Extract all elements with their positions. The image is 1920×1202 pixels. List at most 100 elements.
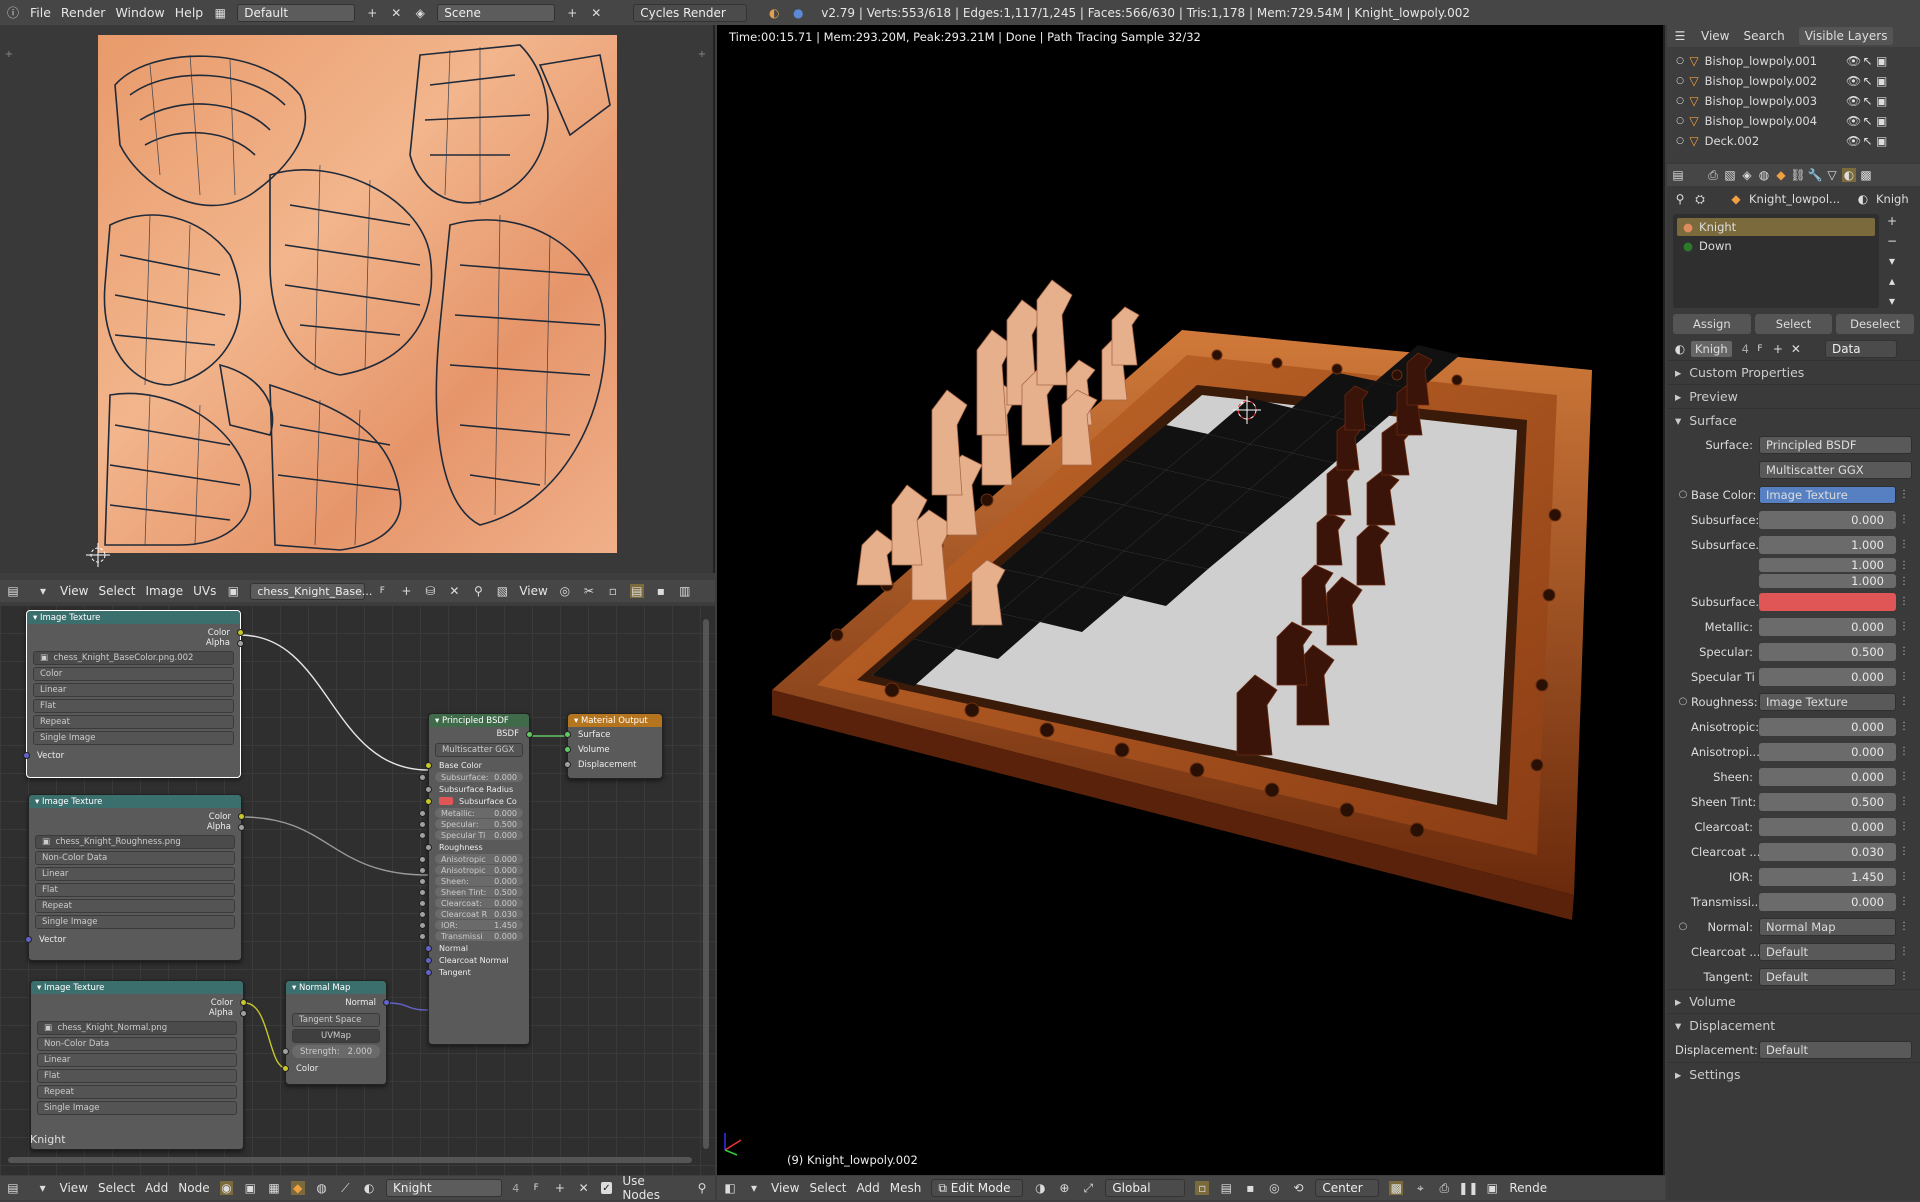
screen-layout-icon[interactable]: ▦ xyxy=(213,6,227,20)
render-preview-icon[interactable]: ▣ xyxy=(1485,1181,1499,1195)
editor-type-icon[interactable]: ▤ xyxy=(6,1181,20,1195)
collapse-icon[interactable]: ▾ xyxy=(36,1181,50,1195)
texture-tree-icon[interactable]: ▦ xyxy=(267,1181,281,1195)
prop-select[interactable]: Default xyxy=(1759,967,1896,986)
link-select[interactable]: Data xyxy=(1824,340,1897,358)
socket-input[interactable] xyxy=(419,773,426,781)
image-texture-node-normal[interactable]: ▾ Image Texture Color Alpha ▣ chess_Knig… xyxy=(30,980,247,1150)
panel-preview[interactable]: ▸ Preview xyxy=(1667,384,1920,408)
uv-menu-select[interactable]: Select xyxy=(98,584,135,598)
bsdf-input-row[interactable]: Sheen Tint: 0.500 xyxy=(419,887,523,897)
fake-user-icon[interactable]: F xyxy=(375,584,389,598)
pivot-icon[interactable]: ⊕ xyxy=(1057,1181,1071,1195)
deselect-button[interactable]: Deselect xyxy=(1836,314,1915,334)
image-name-field[interactable]: chess_Knight_Base... xyxy=(250,582,372,600)
close-icon[interactable]: ✕ xyxy=(389,6,403,20)
editor-type-icon[interactable]: ▤ xyxy=(1671,168,1685,182)
collapse-icon[interactable]: ▾ xyxy=(747,1181,761,1195)
bsdf-input-row[interactable]: Clearcoat: 0.000 xyxy=(419,898,523,908)
space-select[interactable]: Tangent Space xyxy=(292,1013,380,1027)
material-tab-icon[interactable]: ◐ xyxy=(1842,168,1856,182)
menu-render[interactable]: Render xyxy=(61,5,106,20)
panel-custom-properties[interactable]: ▸ Custom Properties xyxy=(1667,360,1920,384)
drag-handle-icon[interactable]: ⋮ xyxy=(1896,646,1912,657)
socket-output[interactable] xyxy=(238,823,245,831)
bsdf-input-row[interactable]: Tangent xyxy=(425,966,529,978)
socket-input[interactable] xyxy=(425,785,432,793)
drag-handle-icon[interactable]: ⋮ xyxy=(1896,746,1912,757)
select-mode-edge-icon[interactable]: ▤ xyxy=(629,584,644,598)
interpolation-select[interactable]: Linear xyxy=(37,1053,237,1067)
layers-tab-icon[interactable]: ▧ xyxy=(1723,168,1737,182)
cursor-icon[interactable]: ↖ xyxy=(1861,114,1875,128)
add-icon[interactable]: + xyxy=(553,1181,567,1195)
socket-input[interactable] xyxy=(425,944,432,952)
remove-slot-icon[interactable]: − xyxy=(1885,234,1899,248)
add-icon[interactable]: + xyxy=(1771,342,1785,356)
material-icon[interactable]: ◐ xyxy=(362,1181,376,1195)
socket-input[interactable] xyxy=(282,1065,289,1072)
bsdf-input-row[interactable]: Transmissi 0.000 xyxy=(419,931,523,941)
socket-input[interactable] xyxy=(419,899,426,907)
prop-select[interactable]: Normal Map xyxy=(1759,917,1896,936)
expand-icon[interactable]: ○ xyxy=(1673,134,1687,148)
vp-menu-mesh[interactable]: Mesh xyxy=(890,1181,922,1195)
drag-handle-icon[interactable]: ⋮ xyxy=(1896,560,1912,571)
prop-number-field[interactable]: 1.450 xyxy=(1759,867,1896,886)
prop-number-field[interactable]: 0.000 xyxy=(1759,892,1896,911)
interpolation-select[interactable]: Linear xyxy=(35,867,235,881)
strength-field[interactable]: Strength: 2.000 xyxy=(282,1045,380,1058)
uv-image-editor[interactable]: + + xyxy=(0,25,715,573)
socket-input[interactable] xyxy=(419,820,426,828)
material-slot-item[interactable]: ● Down xyxy=(1677,236,1875,256)
bsdf-input-row[interactable]: Anisotropic 0.000 xyxy=(419,854,523,864)
world-tab-icon[interactable]: ◍ xyxy=(1757,168,1771,182)
extension-select[interactable]: Repeat xyxy=(33,715,234,729)
prop-number-field[interactable]: 1.000 xyxy=(1759,558,1896,572)
drag-handle-icon[interactable]: ⋮ xyxy=(1896,514,1912,525)
pause-icon[interactable]: ❚❚ xyxy=(1458,1181,1478,1195)
proportional-icon[interactable]: ◎ xyxy=(1267,1181,1281,1195)
drag-handle-icon[interactable]: ⋮ xyxy=(1896,921,1912,932)
compositor-icon[interactable]: ▣ xyxy=(243,1181,257,1195)
distribution-select[interactable]: Multiscatter GGX xyxy=(435,743,523,757)
vertex-select-icon[interactable]: ▫ xyxy=(1195,1181,1210,1195)
image-file-field[interactable]: ▣ chess_Knight_Normal.png xyxy=(37,1021,237,1035)
material-slot-list[interactable]: ● Knight ● Down xyxy=(1673,214,1879,308)
socket-input[interactable] xyxy=(419,855,426,863)
outliner-search[interactable]: Search xyxy=(1743,29,1784,43)
node-scrollbar-vertical[interactable] xyxy=(703,619,709,1149)
corner-plus-icon[interactable]: + xyxy=(2,47,16,61)
eye-icon[interactable]: 👁 xyxy=(1846,114,1861,128)
socket-input[interactable] xyxy=(425,968,432,976)
source-select[interactable]: Single Image xyxy=(35,915,235,929)
outliner-item[interactable]: ○ ▽ Bishop_lowpoly.002 👁 ↖ ▣ xyxy=(1667,71,1920,91)
drag-handle-icon[interactable]: ⋮ xyxy=(1896,796,1912,807)
node-scrollbar[interactable] xyxy=(8,1157,692,1163)
outliner-item[interactable]: ○ ▽ Bishop_lowpoly.001 👁 ↖ ▣ xyxy=(1667,51,1920,71)
uv-menu-image[interactable]: Image xyxy=(146,584,184,598)
color-space-select[interactable]: Non-Color Data xyxy=(35,851,235,865)
edge-select-icon[interactable]: ▤ xyxy=(1219,1181,1233,1195)
bsdf-input-row[interactable]: Roughness xyxy=(425,841,529,853)
snap-icon[interactable]: ✂ xyxy=(582,584,596,598)
image-texture-node-basecolor[interactable]: ▾ Image Texture Color Alpha ▣ chess_Knig… xyxy=(23,610,244,778)
drag-handle-icon[interactable]: ⋮ xyxy=(1896,846,1912,857)
select-button[interactable]: Select xyxy=(1754,314,1833,334)
bsdf-input-row[interactable]: Clearcoat Normal xyxy=(425,954,529,966)
vp-menu-add[interactable]: Add xyxy=(857,1181,880,1195)
render-toggle-icon[interactable]: ▣ xyxy=(1875,94,1889,108)
drag-handle-icon[interactable]: ⋮ xyxy=(1896,871,1912,882)
layer-icon[interactable]: ▩ xyxy=(1389,1181,1404,1195)
node-editor[interactable]: ▾ Image Texture Color Alpha ▣ chess_Knig… xyxy=(0,605,715,1175)
fake-user-icon[interactable]: F xyxy=(1753,342,1767,356)
prop-number-field[interactable]: 0.500 xyxy=(1759,792,1896,811)
use-nodes-checkbox[interactable]: ✓ xyxy=(600,1182,613,1194)
socket-output[interactable] xyxy=(240,1009,247,1017)
shader-tree-icon[interactable]: ◉ xyxy=(219,1181,234,1195)
surface-shader-select[interactable]: Principled BSDF xyxy=(1759,435,1912,454)
principled-bsdf-node[interactable]: ▾ Principled BSDF BSDF Multiscatter GGX … xyxy=(419,713,533,1045)
expand-icon[interactable]: ○ xyxy=(1673,94,1687,108)
texture-tab-icon[interactable]: ▩ xyxy=(1859,168,1873,182)
snap-icon[interactable]: ⟲ xyxy=(1291,1181,1305,1195)
